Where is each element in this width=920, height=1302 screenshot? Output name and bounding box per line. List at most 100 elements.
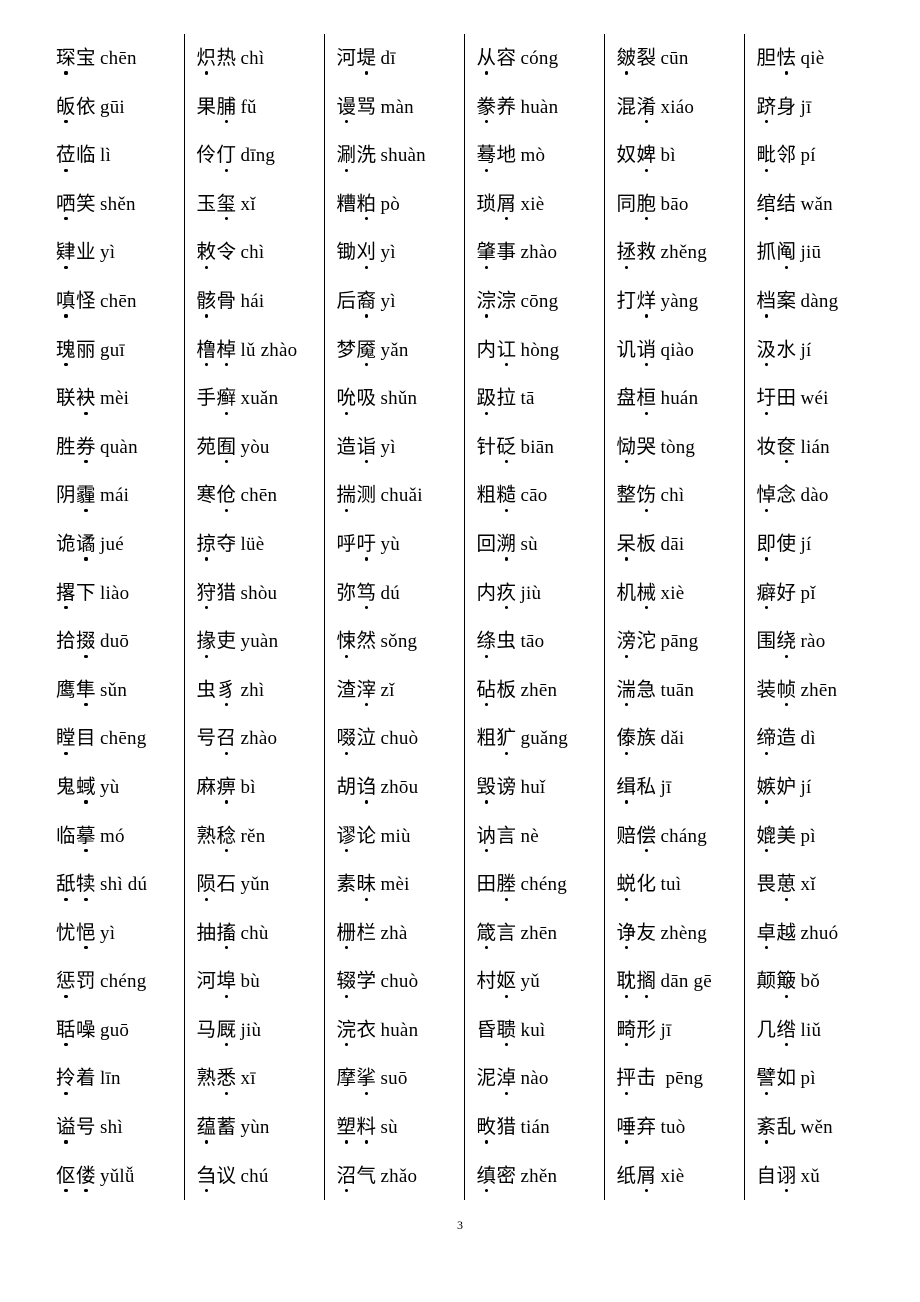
entry-pinyin: zhēn	[520, 679, 558, 701]
plain-char: 丽	[76, 337, 97, 361]
entry-word: 媲美	[757, 823, 797, 852]
plain-char: 河	[196, 969, 217, 993]
entry-pinyin: shì dú	[100, 874, 148, 896]
entry-word: 整饬	[617, 483, 657, 512]
plain-char: 测	[356, 483, 377, 507]
plain-char: 琐	[476, 191, 497, 215]
plain-char: 身	[776, 94, 797, 118]
vocabulary-entry: 粗犷 guǎng	[477, 714, 600, 763]
emphasis-dot-char: 啜	[337, 714, 357, 763]
entry-word: 瞠目	[56, 726, 96, 755]
emphasis-dot-char: 悒	[76, 909, 96, 958]
emphasis-dot-char: 狩	[197, 569, 217, 618]
entry-word: 昏聩	[477, 1018, 517, 1047]
entry-word: 装帧	[757, 678, 797, 706]
entry-pinyin: zhěn	[520, 1165, 558, 1187]
entry-word: 同胞	[617, 192, 657, 221]
entry-pinyin: zhì	[240, 679, 265, 701]
vocabulary-entry: 敕令 chì	[197, 228, 320, 277]
entry-word: 锄刈	[337, 240, 377, 269]
vocabulary-entry: 谬论 miù	[337, 812, 460, 861]
plain-char: 美	[776, 823, 797, 847]
entry-pinyin: chēng	[100, 728, 147, 750]
plain-char: 麻	[196, 774, 217, 798]
vocabulary-entry: 从容 cóng	[477, 34, 600, 83]
emphasis-dot-char: 紊	[757, 1103, 777, 1152]
plain-char: 私	[636, 774, 657, 798]
emphasis-dot-char: 裔	[357, 277, 377, 326]
vocabulary-entry: 栅栏 zhà	[337, 909, 460, 958]
entry-word: 绦虫	[477, 629, 517, 658]
entry-word: 橹棹	[197, 338, 237, 366]
emphasis-dot-char: 沼	[337, 1152, 357, 1201]
vocabulary-entry: 悼念 dào	[757, 471, 881, 520]
vocabulary-entry: 蕴蓄 yùn	[197, 1103, 320, 1152]
emphasis-dot-char: 伛	[56, 1152, 76, 1201]
entry-pinyin: mèi	[100, 388, 130, 410]
entry-pinyin: guī	[100, 339, 125, 361]
plain-char: 沱	[636, 629, 657, 653]
entry-pinyin: chù	[240, 922, 269, 944]
vocabulary-entry: 恸哭 tòng	[617, 423, 740, 472]
entry-pinyin: xiè	[660, 582, 685, 604]
entry-word: 骸骨	[197, 289, 237, 318]
entry-pinyin: guō	[100, 1019, 130, 1041]
plain-char: 妆	[756, 434, 777, 458]
entry-word: 临摹	[56, 824, 96, 852]
emphasis-dot-char: 淆	[637, 83, 657, 132]
plain-char: 围	[756, 629, 777, 653]
entry-word: 畋猎	[477, 1115, 517, 1144]
entry-word: 素昧	[337, 872, 377, 901]
column-entries-5: 皴裂 cūn 混淆 xiáo 奴婢 bì 同胞 bāo 拯救 zhěng 打烊 yàng 讥诮 qiào 盘…	[605, 34, 744, 1200]
entry-word: 紊乱	[757, 1115, 797, 1144]
emphasis-dot-char: 魇	[357, 326, 377, 375]
plain-char: 使	[776, 531, 797, 555]
emphasis-dot-char: 悉	[217, 1054, 237, 1103]
plain-char: 阴	[56, 483, 77, 507]
plain-char: 栏	[356, 920, 377, 944]
entry-pinyin: tāo	[520, 631, 545, 653]
entry-word: 惩罚	[56, 969, 96, 998]
plain-char: 板	[496, 677, 517, 701]
entry-word: 果脯	[197, 95, 237, 123]
entry-pinyin: qiào	[660, 339, 695, 361]
entry-pinyin: cūn	[660, 48, 689, 69]
entry-pinyin: xiè	[660, 1165, 685, 1187]
emphasis-dot-char: 聩	[497, 1006, 517, 1055]
entry-pinyin: mèi	[380, 874, 410, 896]
entry-pinyin: tòng	[660, 436, 696, 458]
entry-pinyin: yǔ	[520, 971, 540, 993]
plain-char: 颠	[756, 969, 777, 993]
entry-pinyin: dào	[800, 485, 829, 507]
vocabulary-entry: 皈依 gūi	[56, 83, 180, 132]
entry-pinyin: chú	[240, 1165, 269, 1187]
emphasis-dot-char: 伧	[217, 471, 237, 520]
entry-pinyin: yǎn	[380, 339, 409, 361]
vocabulary-entry: 譬如 pì	[757, 1054, 881, 1103]
emphasis-dot-char: 械	[637, 569, 657, 618]
emphasis-dot-char: 玺	[217, 180, 237, 229]
emphasis-dot-char: 敕	[197, 228, 217, 277]
vocabulary-entry: 缉私 jī	[617, 763, 740, 812]
entry-word: 呼吁	[337, 532, 377, 561]
emphasis-dot-char: 滂	[617, 617, 637, 666]
emphasis-dot-char: 呆	[617, 520, 637, 569]
vocabulary-entry: 颠簸 bǒ	[757, 957, 881, 1006]
emphasis-dot-char: 掇	[76, 617, 96, 666]
plain-char: 化	[636, 872, 657, 896]
emphasis-dot-char: 箴	[477, 909, 497, 958]
plain-char: 衣	[356, 1017, 377, 1041]
plain-char: 令	[216, 240, 237, 264]
entry-word: 田塍	[477, 872, 517, 901]
entry-pinyin: xiáo	[660, 96, 695, 118]
entry-pinyin: zhǎo	[380, 1165, 418, 1187]
column-entries-1: 琛宝 chēn 皈依 gūi 莅临 lì 哂笑 shěn 肄业 yì 嗔怪 chēn 瑰丽 guī 联袂 mè…	[44, 34, 184, 1200]
entry-pinyin: lì	[100, 145, 111, 167]
entry-pinyin: dīng	[240, 145, 276, 167]
vocabulary-entry: 沼气 zhǎo	[337, 1152, 460, 1201]
entry-word: 琐屑	[476, 191, 517, 221]
entry-word: 玉玺	[197, 192, 237, 221]
vocabulary-entry: 打烊 yàng	[617, 277, 740, 326]
vocabulary-entry: 造诣 yì	[337, 423, 460, 472]
entry-pinyin: wǎn	[800, 193, 833, 215]
